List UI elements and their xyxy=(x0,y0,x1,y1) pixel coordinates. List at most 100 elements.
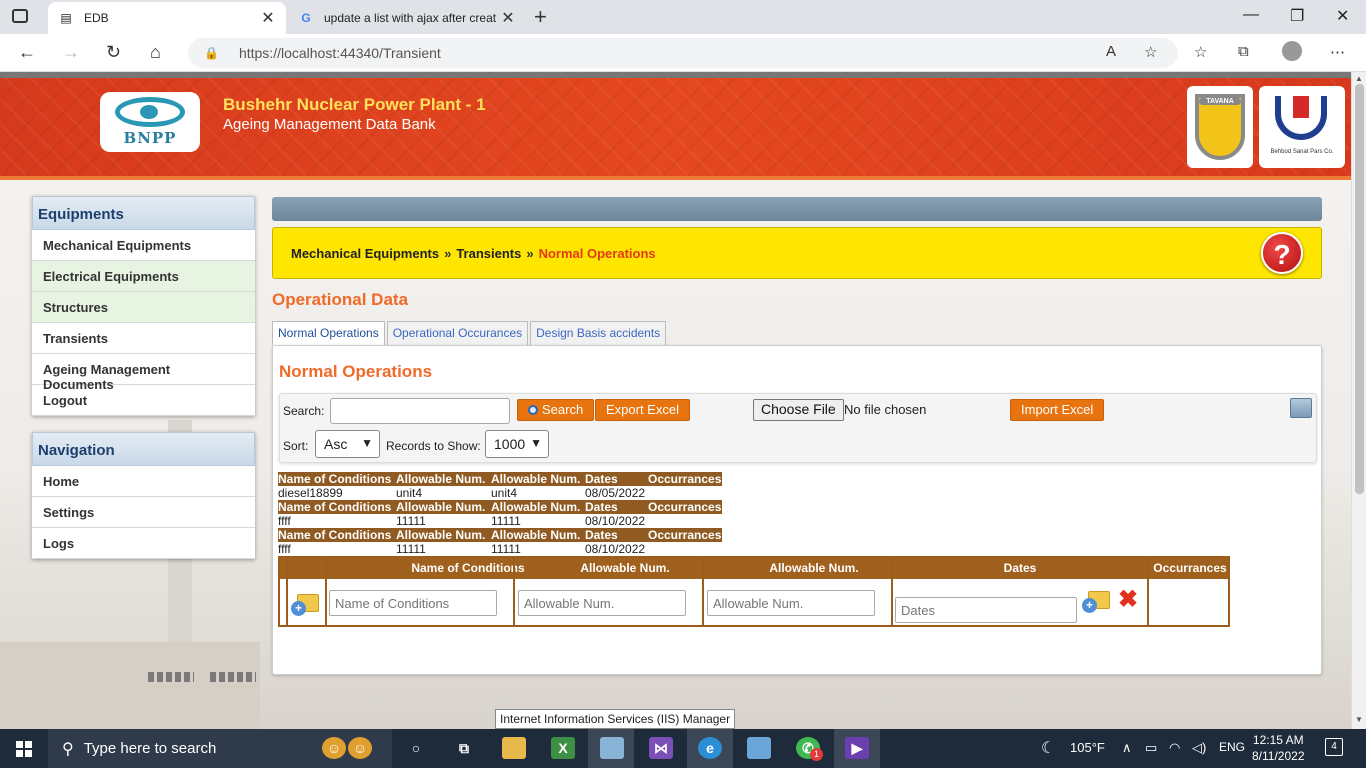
choose-file-button[interactable]: Choose File xyxy=(753,399,844,421)
lock-icon: 🔒 xyxy=(204,46,219,60)
scroll-thumb[interactable] xyxy=(1355,84,1364,494)
sort-value: Asc xyxy=(324,436,348,452)
search-icon xyxy=(528,405,538,415)
collections-icon[interactable]: ⧉ xyxy=(1238,43,1249,60)
file-explorer-icon[interactable] xyxy=(502,737,526,759)
profile-avatar[interactable] xyxy=(1282,41,1302,61)
task-view-icon[interactable]: ⧉ xyxy=(452,737,476,759)
tab-normal-operations[interactable]: Normal Operations xyxy=(272,321,385,345)
search-button[interactable]: Search xyxy=(517,399,595,421)
site-title: Bushehr Nuclear Power Plant - 1 xyxy=(223,95,486,114)
sidebar-item-documents[interactable]: Ageing Management Documents xyxy=(32,354,255,392)
record-row: diesel18899 unit4 unit4 08/05/2022 xyxy=(278,486,722,500)
url-field[interactable]: 🔒 https://localhost:44340/Transient xyxy=(188,38,1178,68)
forward-icon[interactable]: → xyxy=(62,42,80,63)
taskbar-search-text: Type here to search xyxy=(83,740,217,757)
notepad-icon[interactable] xyxy=(747,737,771,759)
search-input[interactable] xyxy=(330,398,510,424)
breadcrumb-separator: » xyxy=(526,245,534,261)
allowable-num-input-1[interactable] xyxy=(518,590,686,616)
volume-icon[interactable]: ◁) xyxy=(1192,740,1206,756)
restore-icon[interactable]: ❐ xyxy=(1290,6,1304,26)
close-window-icon[interactable]: ✕ xyxy=(1336,6,1349,26)
tray-chevron-icon[interactable]: ∧ xyxy=(1122,740,1132,756)
news-widget-icon[interactable]: ☺ xyxy=(322,737,346,759)
breadcrumb: Mechanical Equipments » Transients » Nor… xyxy=(272,227,1322,279)
refresh-icon[interactable]: ↻ xyxy=(106,42,121,63)
breadcrumb-mechanical[interactable]: Mechanical Equipments xyxy=(291,246,439,261)
sidebar-item-home[interactable]: Home xyxy=(32,466,255,497)
cancel-icon[interactable]: ✖ xyxy=(1118,585,1138,614)
page-scrollbar[interactable]: ▲ ▼ xyxy=(1351,72,1366,729)
sidebar-item-structures[interactable]: Structures xyxy=(32,292,255,323)
google-icon: G xyxy=(301,11,311,25)
add-folder-icon[interactable]: + xyxy=(291,594,319,616)
back-icon[interactable]: ← xyxy=(18,42,36,63)
sort-select[interactable]: Asc ▼ xyxy=(315,430,380,458)
help-icon[interactable]: ? xyxy=(1261,232,1303,274)
bnpp-logo-text: BNPP xyxy=(123,129,177,147)
sidebar-item-electrical[interactable]: Electrical Equipments xyxy=(32,261,255,292)
allowable-num-input-2[interactable] xyxy=(707,590,875,616)
header-cell: Name of Conditions xyxy=(278,528,392,542)
records-select[interactable]: 1000 ▼ xyxy=(485,430,549,458)
battery-icon[interactable]: ▭ xyxy=(1145,740,1157,756)
cortana-icon[interactable]: ○ xyxy=(404,737,428,759)
weather-moon-icon[interactable]: ☾ xyxy=(1041,738,1055,758)
equipments-menu: Equipments Mechanical Equipments Electri… xyxy=(32,196,255,416)
excel-icon[interactable]: X xyxy=(551,737,575,759)
address-bar-row: ← → ↻ ⌂ 🔒 https://localhost:44340/Transi… xyxy=(0,34,1366,72)
sidebar-item-mechanical[interactable]: Mechanical Equipments xyxy=(32,230,255,261)
notifications-count: 4 xyxy=(1331,741,1337,752)
grid-header: Name of Conditions Allowable Num. Allowa… xyxy=(280,558,1228,579)
close-tab-icon[interactable]: ✕ xyxy=(260,8,276,28)
wifi-icon[interactable]: ◠ xyxy=(1169,740,1180,756)
more-menu-icon[interactable]: ⋯ xyxy=(1330,43,1345,61)
navigation-menu: Navigation Home Settings Logs xyxy=(32,432,255,559)
tab-design-basis-accidents[interactable]: Design Basis accidents xyxy=(530,321,667,345)
favorites-icon[interactable]: ☆ xyxy=(1194,43,1207,61)
export-excel-button[interactable]: Export Excel xyxy=(595,399,690,421)
iis-manager-icon[interactable] xyxy=(600,737,624,759)
sidebar-item-settings[interactable]: Settings xyxy=(32,497,255,528)
add-favorite-icon[interactable]: ☆ xyxy=(1144,43,1157,61)
equipments-title: Equipments xyxy=(32,196,255,230)
language-indicator[interactable]: ENG xyxy=(1219,740,1245,754)
sidebar-item-logs[interactable]: Logs xyxy=(32,528,255,559)
tab-edb[interactable]: ▤ EDB ✕ xyxy=(48,2,286,34)
clock[interactable]: 12:15 AM 8/11/2022 xyxy=(1252,732,1305,764)
breadcrumb-transients[interactable]: Transients xyxy=(456,246,521,261)
edge-icon[interactable]: e xyxy=(698,737,722,759)
header-cell: Allowable Num. xyxy=(396,528,486,542)
bnpp-logo[interactable]: BNPP xyxy=(100,92,200,152)
minimize-icon[interactable]: — xyxy=(1243,6,1259,24)
windows-start-icon[interactable] xyxy=(16,741,32,757)
close-tab-icon[interactable]: ✕ xyxy=(500,8,516,28)
new-tab-icon[interactable]: + xyxy=(534,4,547,30)
vs-app-icon[interactable]: ▶ xyxy=(845,737,869,759)
record-cell: unit4 xyxy=(396,486,423,500)
scroll-down-icon[interactable]: ▼ xyxy=(1355,715,1363,724)
weather-text[interactable]: 105°F xyxy=(1070,740,1105,755)
tab-operational-occurances[interactable]: Operational Occurances xyxy=(386,321,529,345)
record-cell: unit4 xyxy=(491,486,518,500)
home-icon[interactable]: ⌂ xyxy=(150,42,161,63)
read-aloud-icon[interactable]: A xyxy=(1106,43,1116,60)
dates-input[interactable] xyxy=(895,597,1077,623)
scroll-up-icon[interactable]: ▲ xyxy=(1355,74,1363,83)
tab-google[interactable]: G update a list with ajax after creat ✕ xyxy=(288,2,526,34)
sidebar-item-transients[interactable]: Transients xyxy=(32,323,255,354)
clock-time: 12:15 AM xyxy=(1252,733,1304,747)
navigation-title: Navigation xyxy=(32,432,255,466)
tab-actions-icon[interactable] xyxy=(12,9,28,23)
print-icon[interactable] xyxy=(1290,398,1312,418)
records-label: Records to Show: xyxy=(386,439,481,453)
header-cell: Allowable Num. xyxy=(396,500,486,514)
name-of-conditions-input[interactable] xyxy=(329,590,497,616)
record-cell: 11111 xyxy=(491,514,521,528)
import-excel-button[interactable]: Import Excel xyxy=(1010,399,1105,421)
visual-studio-icon[interactable]: ⋈ xyxy=(649,737,673,759)
notifications-icon[interactable]: 4 xyxy=(1325,738,1343,756)
save-folder-icon[interactable]: + xyxy=(1082,591,1110,613)
news-widget-icon-2[interactable]: ☺ xyxy=(348,737,372,759)
